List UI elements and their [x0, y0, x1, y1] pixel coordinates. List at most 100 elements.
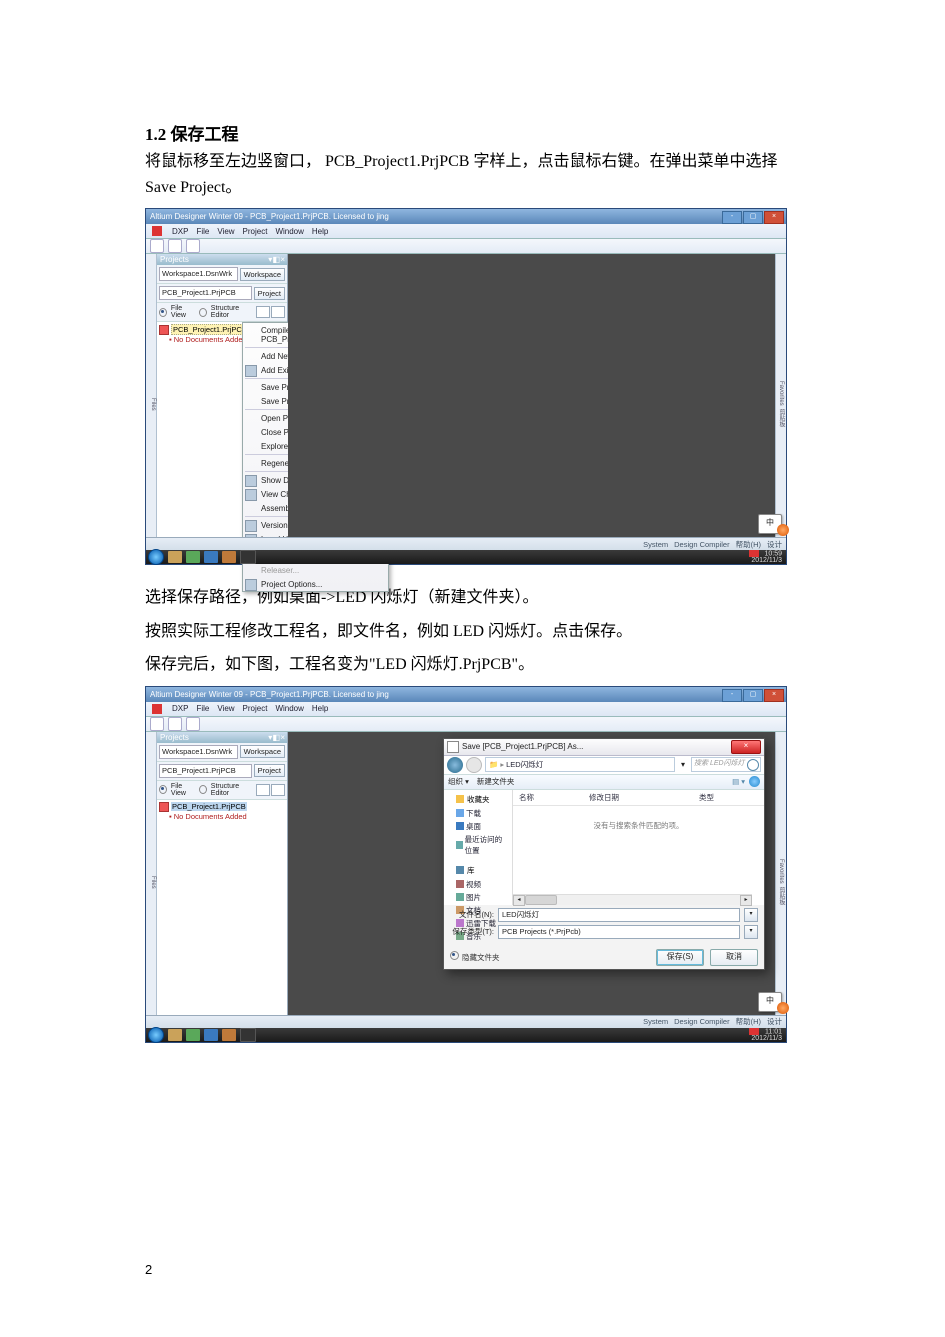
taskbar-explorer-icon[interactable]	[168, 1029, 182, 1041]
minimize-button[interactable]: -	[722, 211, 742, 224]
status-help[interactable]: 帮助(H)	[736, 539, 761, 550]
dlg-newfolder[interactable]: 新建文件夹	[477, 776, 515, 787]
scroll-thumb[interactable]	[525, 895, 557, 905]
radio-file-view[interactable]	[159, 308, 167, 317]
col-name[interactable]: 名称	[519, 792, 589, 803]
project-button[interactable]: Project	[254, 287, 285, 300]
panel-tool-2-icon[interactable]	[271, 784, 285, 796]
project-field[interactable]: PCB_Project1.PrjPCB	[159, 764, 252, 778]
panel-tool-1-icon[interactable]	[256, 306, 270, 318]
right-dock-strip[interactable]: Favorites 剪贴板	[775, 732, 786, 1032]
taskbar-app2-icon[interactable]	[186, 551, 200, 563]
taskbar-app2-icon[interactable]	[186, 1029, 200, 1041]
taskbar-word-icon[interactable]	[204, 551, 218, 563]
status-system[interactable]: System	[643, 1017, 668, 1026]
status-design-compiler[interactable]: Design Compiler	[674, 540, 729, 549]
side-downloads[interactable]: 下载	[466, 808, 481, 819]
menu-window[interactable]: Window	[275, 704, 303, 713]
nav-back-icon[interactable]	[447, 757, 463, 773]
side-library[interactable]: 库	[466, 864, 476, 877]
panel-tool-2-icon[interactable]	[271, 306, 285, 318]
filename-dropdown-icon[interactable]: ▾	[744, 908, 758, 922]
list-scrollbar[interactable]: ◂ ▸	[513, 894, 752, 905]
taskbar-app4-icon[interactable]	[222, 551, 236, 563]
project-field[interactable]: PCB_Project1.PrjPCB	[159, 286, 252, 300]
status-design[interactable]: 设计	[767, 1016, 782, 1027]
panel-buttons-icon[interactable]: ▾ ◧ ×	[268, 255, 284, 264]
panel-tool-1-icon[interactable]	[256, 784, 270, 796]
filename-input[interactable]: LED闪烁灯	[498, 908, 740, 922]
toolbar-open-icon[interactable]	[168, 717, 182, 731]
dialog-close-button[interactable]: ×	[731, 740, 761, 754]
left-dock-strip[interactable]: Files	[146, 732, 157, 1032]
nav-forward-icon[interactable]	[466, 757, 482, 773]
radio-file-view[interactable]	[159, 785, 167, 794]
system-tray[interactable]: 11:01 2012/11/3	[749, 1028, 784, 1042]
filetype-dropdown-icon[interactable]: ▾	[744, 925, 758, 939]
workspace-button[interactable]: Workspace	[240, 745, 285, 758]
close-button[interactable]: ×	[764, 211, 784, 224]
side-recent[interactable]: 最近访问的位置	[465, 834, 508, 856]
scroll-left-icon[interactable]: ◂	[513, 895, 525, 906]
taskbar-altium-icon[interactable]	[240, 550, 256, 564]
toolbar-save-icon[interactable]	[186, 717, 200, 731]
taskbar-app4-icon[interactable]	[222, 1029, 236, 1041]
toolbar-new-icon[interactable]	[150, 717, 164, 731]
ime-indicator[interactable]: 中	[758, 514, 782, 534]
breadcrumb[interactable]: 📁▸ LED闪烁灯	[485, 757, 675, 772]
status-design-compiler[interactable]: Design Compiler	[674, 1017, 729, 1026]
menu-project[interactable]: Project	[243, 704, 268, 713]
project-button[interactable]: Project	[254, 764, 285, 777]
menu-dxp[interactable]: DXP	[172, 704, 188, 713]
toolbar-save-icon[interactable]	[186, 239, 200, 253]
side-desktop[interactable]: 桌面	[466, 821, 481, 832]
taskbar-word-icon[interactable]	[204, 1029, 218, 1041]
dialog-filelist[interactable]: 名称 修改日期 类型 没有与搜索条件匹配的项。 ◂ ▸	[513, 790, 764, 905]
system-tray[interactable]: 10:59 2012/11/3	[749, 550, 784, 564]
toolbar-open-icon[interactable]	[168, 239, 182, 253]
radio-structure[interactable]	[199, 785, 207, 794]
menu-help[interactable]: Help	[312, 227, 328, 236]
view-mode-icon[interactable]: ▤ ▾	[732, 777, 745, 786]
workspace-button[interactable]: Workspace	[240, 268, 285, 281]
cancel-button[interactable]: 取消	[710, 949, 758, 966]
tree-project-node[interactable]: PCB_Project1.PrjPCB	[171, 324, 249, 335]
menu-help[interactable]: Help	[312, 704, 328, 713]
col-date[interactable]: 修改日期	[589, 792, 699, 803]
side-favorites[interactable]: 收藏夹	[466, 793, 491, 806]
radio-structure[interactable]	[199, 308, 207, 317]
taskbar-altium-icon[interactable]	[240, 1028, 256, 1042]
panel-buttons-icon[interactable]: ▾ ◧ ×	[268, 733, 284, 742]
maximize-button[interactable]: ▢	[743, 689, 763, 702]
status-help[interactable]: 帮助(H)	[736, 1016, 761, 1027]
start-button-icon[interactable]	[148, 549, 164, 565]
filetype-input[interactable]: PCB Projects (*.PrjPcb)	[498, 925, 740, 939]
taskbar-explorer-icon[interactable]	[168, 551, 182, 563]
right-dock-strip[interactable]: Favorites 剪贴板	[775, 254, 786, 554]
minimize-button[interactable]: -	[722, 689, 742, 702]
status-design[interactable]: 设计	[767, 539, 782, 550]
dlg-organize[interactable]: 组织 ▾	[448, 776, 469, 787]
menu-file[interactable]: File	[196, 227, 209, 236]
col-type[interactable]: 类型	[699, 792, 714, 803]
ime-indicator[interactable]: 中	[758, 992, 782, 1012]
dialog-search[interactable]: 搜索 LED闪烁灯	[691, 757, 761, 772]
toolbar-new-icon[interactable]	[150, 239, 164, 253]
menu-window[interactable]: Window	[275, 227, 303, 236]
side-picture[interactable]: 图片	[466, 892, 481, 903]
help-icon[interactable]	[749, 776, 760, 787]
scroll-right-icon[interactable]: ▸	[740, 895, 752, 906]
close-button[interactable]: ×	[764, 689, 784, 702]
menu-project[interactable]: Project	[243, 227, 268, 236]
left-dock-strip[interactable]: Files	[146, 254, 157, 554]
workspace-field[interactable]: Workspace1.DsnWrk	[159, 745, 238, 759]
hide-folders-radio[interactable]	[450, 951, 459, 960]
hide-folders-toggle[interactable]: 隐藏文件夹	[450, 951, 500, 963]
start-button-icon[interactable]	[148, 1027, 164, 1043]
maximize-button[interactable]: ▢	[743, 211, 763, 224]
menu-dxp[interactable]: DXP	[172, 227, 188, 236]
menu-view[interactable]: View	[217, 227, 234, 236]
status-system[interactable]: System	[643, 540, 668, 549]
tree-project-node[interactable]: PCB_Project1.PrjPCB	[171, 802, 247, 811]
workspace-field[interactable]: Workspace1.DsnWrk	[159, 267, 238, 281]
